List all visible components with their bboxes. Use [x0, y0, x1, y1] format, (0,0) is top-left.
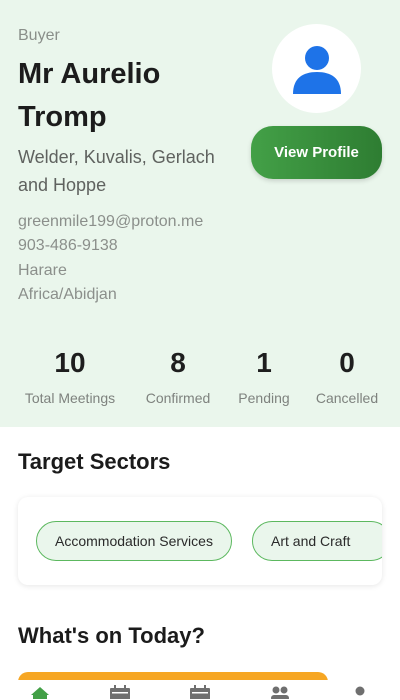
calendar-icon: [110, 685, 130, 699]
nav-item-schedule[interactable]: [185, 685, 215, 700]
bottom-nav: [0, 680, 400, 700]
user-role: Buyer: [18, 27, 60, 44]
email-text: greenmile199@proton.me: [18, 213, 204, 230]
sector-chip[interactable]: Accommodation Services: [36, 521, 232, 561]
more-icon: [355, 686, 365, 696]
people-icon: [271, 686, 289, 699]
target-sectors-title: Target Sectors: [18, 449, 171, 474]
nav-item-people[interactable]: [265, 685, 295, 700]
view-profile-button[interactable]: View Profile: [251, 126, 382, 179]
user-icon: [292, 45, 341, 94]
home-icon: [31, 687, 49, 699]
stat-cancelled[interactable]: 0 Cancelled: [308, 346, 386, 406]
phone-text: 903-486-9138: [18, 237, 118, 254]
stat-confirmed[interactable]: 8 Confirmed: [136, 346, 220, 406]
timezone-text: Africa/Abidjan: [18, 286, 117, 303]
calendar-icon: [190, 685, 210, 699]
stat-label: Cancelled: [315, 390, 379, 406]
user-name: Mr Aurelio Tromp: [18, 58, 161, 133]
company-name: Welder, Kuvalis, Gerlach and Hoppe: [18, 147, 215, 195]
nav-item-home[interactable]: [25, 685, 55, 700]
stat-value: 1: [256, 347, 272, 378]
city-text: Harare: [18, 262, 67, 279]
nav-item-more[interactable]: [345, 685, 375, 700]
stat-label: Total Meetings: [24, 390, 116, 406]
stat-pending[interactable]: 1 Pending: [230, 346, 298, 406]
profile-header: Buyer Mr Aurelio Tromp Welder, Kuvalis, …: [0, 0, 400, 427]
nav-item-calendar[interactable]: [105, 685, 135, 700]
stat-total-meetings[interactable]: 10 Total Meetings: [14, 346, 126, 406]
whats-on-today-title: What's on Today?: [18, 623, 205, 648]
stat-label: Confirmed: [145, 390, 211, 406]
stat-value: 10: [54, 347, 86, 378]
sector-chip[interactable]: Art and Craft: [252, 521, 382, 561]
stat-value: 8: [170, 347, 186, 378]
sectors-card[interactable]: Accommodation Services Art and Craft: [18, 497, 382, 585]
stat-label: Pending: [238, 390, 290, 406]
avatar: [272, 24, 361, 113]
stat-value: 0: [339, 347, 355, 378]
